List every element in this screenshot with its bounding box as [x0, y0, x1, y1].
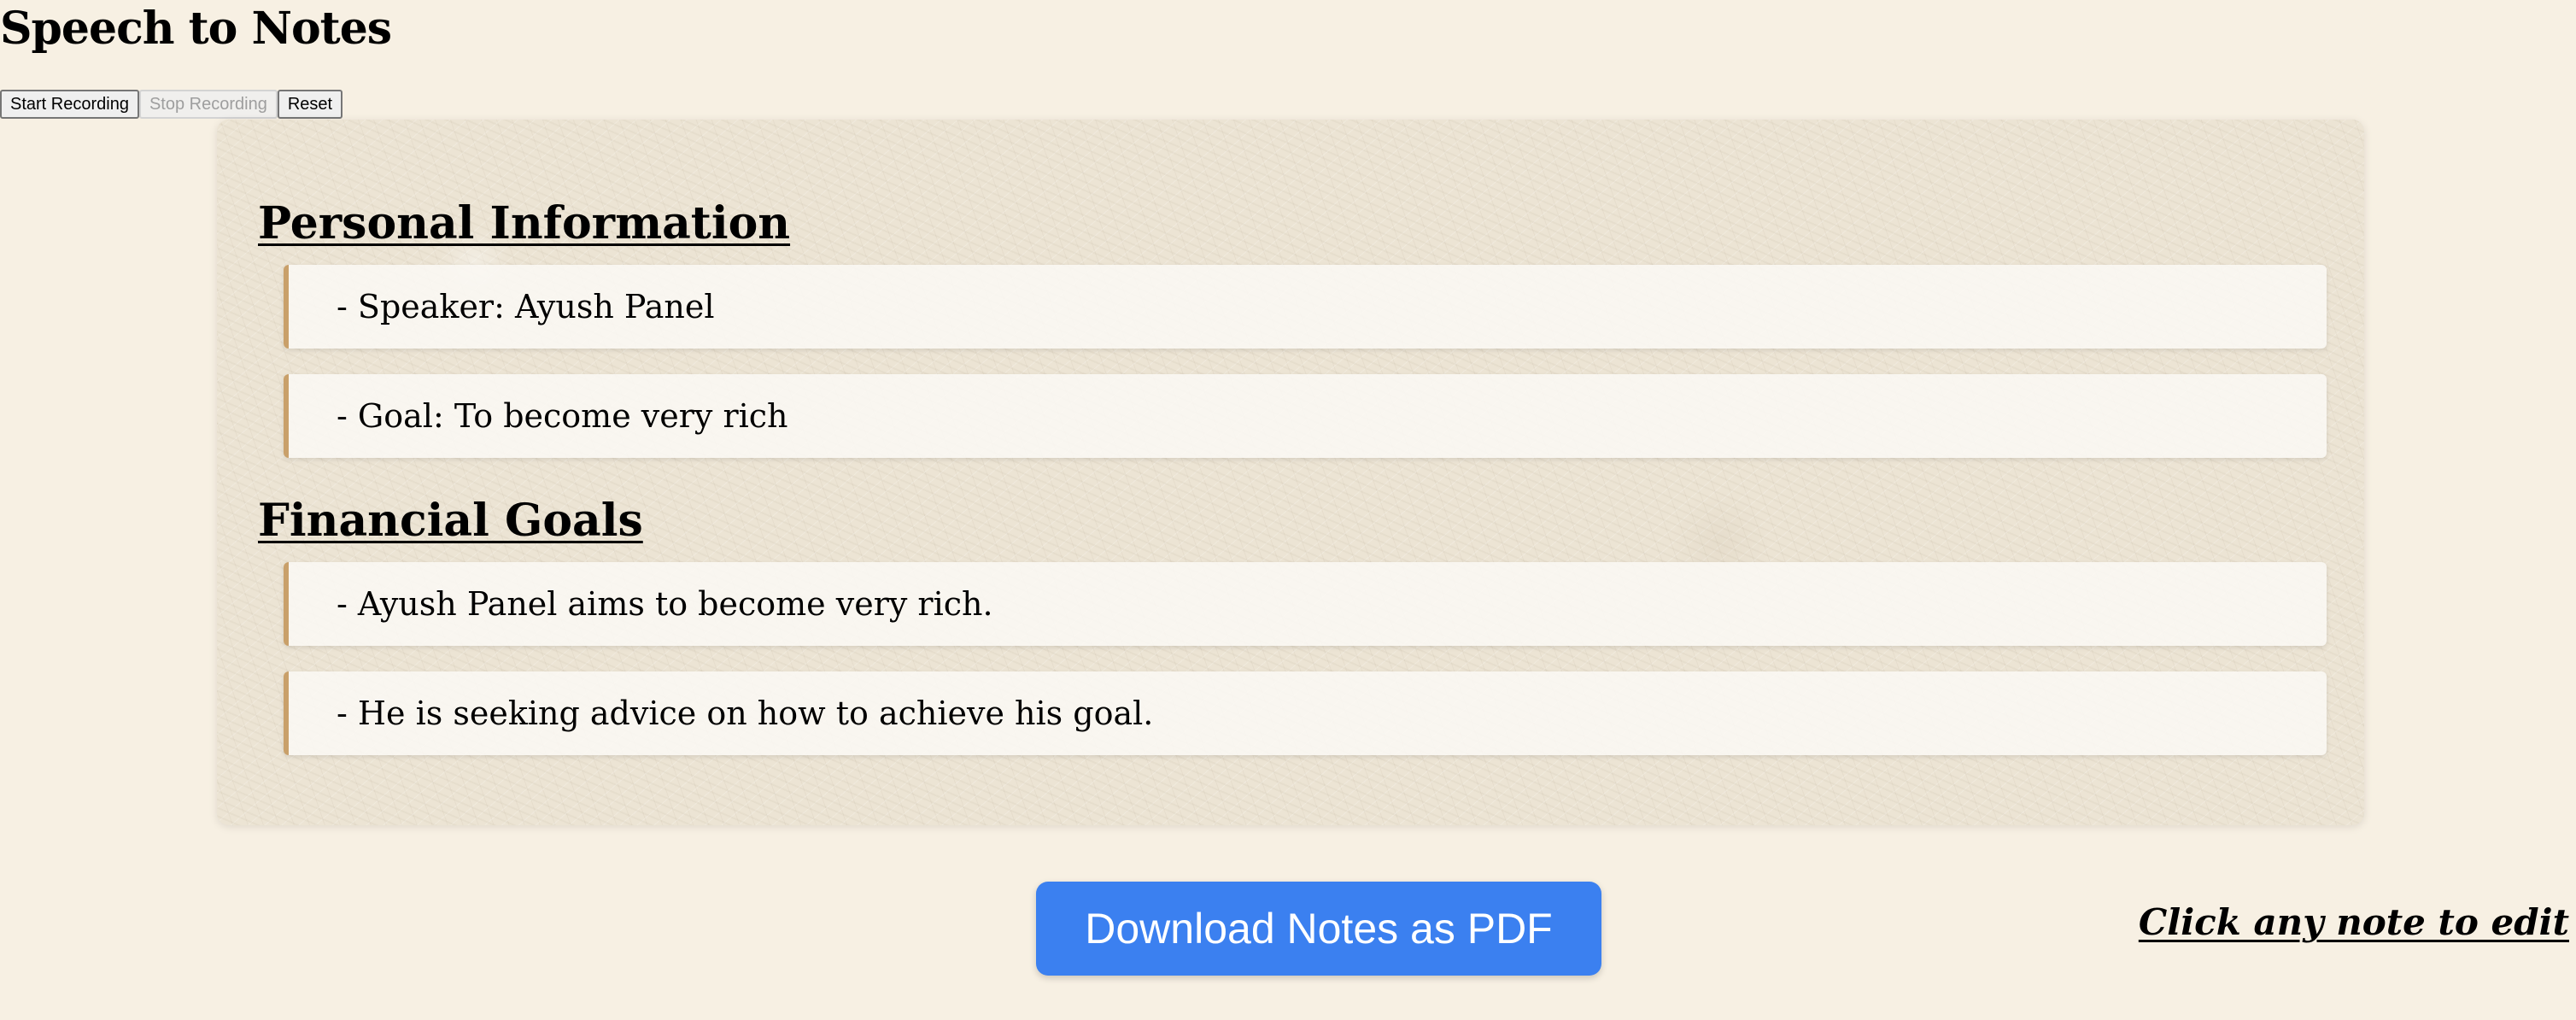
- page-title: Speech to Notes: [0, 3, 392, 55]
- note-item[interactable]: - Ayush Panel aims to become very rich.: [284, 562, 2327, 646]
- section-heading-personal-information: Personal Information: [258, 197, 791, 249]
- note-item[interactable]: - Goal: To become very rich: [284, 374, 2327, 458]
- section-heading-financial-goals: Financial Goals: [258, 495, 643, 547]
- recording-controls: Start Recording Stop Recording Reset: [0, 90, 343, 119]
- note-item[interactable]: - Speaker: Ayush Panel: [284, 265, 2327, 349]
- note-item[interactable]: - He is seeking advice on how to achieve…: [284, 671, 2327, 755]
- start-recording-button[interactable]: Start Recording: [0, 90, 139, 119]
- notes-panel: Personal Information - Speaker: Ayush Pa…: [217, 120, 2364, 825]
- download-pdf-button[interactable]: Download Notes as PDF: [1036, 882, 1601, 976]
- reset-button[interactable]: Reset: [277, 90, 343, 119]
- edit-hint: Click any note to edit: [2138, 901, 2569, 943]
- stop-recording-button[interactable]: Stop Recording: [138, 90, 278, 119]
